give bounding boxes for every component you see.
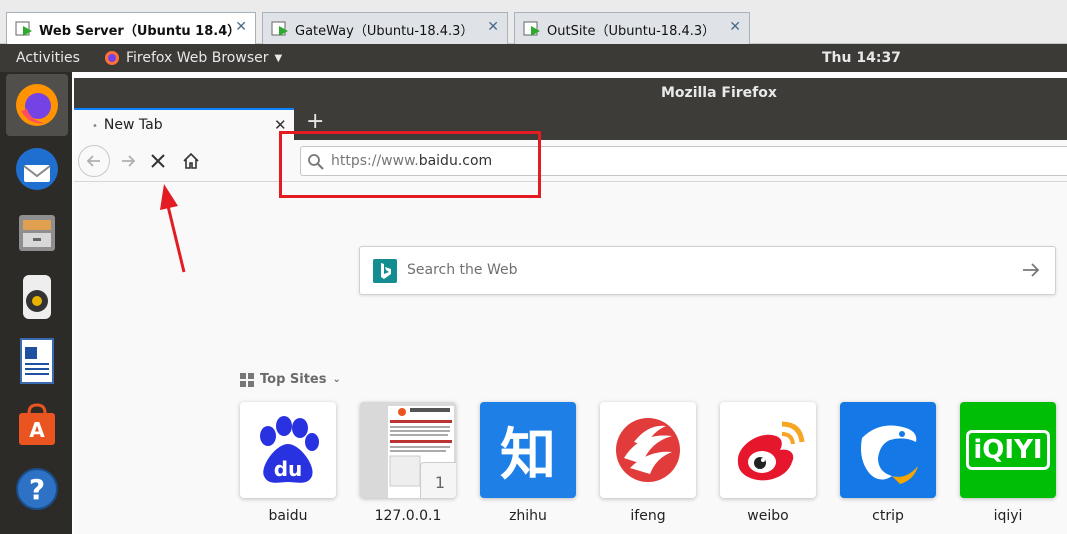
- bing-icon: [373, 259, 397, 283]
- dock-thunderbird[interactable]: [6, 138, 68, 200]
- chevron-down-icon: ⌄: [332, 374, 341, 385]
- arrow-right-icon[interactable]: [1020, 259, 1042, 281]
- dock-rhythmbox[interactable]: [6, 266, 68, 328]
- back-button[interactable]: [78, 145, 110, 177]
- activities-button[interactable]: Activities: [16, 50, 80, 66]
- window-title: Mozilla Firefox: [661, 85, 777, 101]
- app-menu[interactable]: Firefox Web Browser ▼: [104, 50, 282, 66]
- dock-files[interactable]: [6, 202, 68, 264]
- dock: A ?: [0, 72, 72, 534]
- home-button[interactable]: [175, 145, 207, 177]
- svg-text:A: A: [29, 418, 45, 442]
- app-menu-label: Firefox Web Browser: [126, 50, 269, 66]
- top-site-iqiyi[interactable]: iQIYI iqiyi: [960, 402, 1056, 524]
- software-icon: A: [19, 403, 55, 445]
- firefox-icon: [105, 51, 119, 65]
- page-thumbnail: 1: [360, 402, 456, 498]
- top-site-label: zhihu: [509, 508, 547, 524]
- tab-dot: •: [92, 121, 98, 132]
- svg-text:du: du: [274, 457, 303, 481]
- zhihu-icon: 知: [480, 402, 576, 498]
- close-icon[interactable]: ✕: [729, 19, 741, 35]
- close-icon[interactable]: ✕: [487, 19, 499, 35]
- close-icon[interactable]: ✕: [235, 19, 247, 35]
- iqiyi-glyph: iQIYI: [966, 430, 1050, 470]
- top-site-weibo[interactable]: weibo: [720, 402, 816, 524]
- vm-tab-gateway[interactable]: GateWay（Ubuntu-18.4.3） ✕: [262, 12, 508, 44]
- top-site-label: iqiyi: [993, 508, 1023, 524]
- annotation-arrow: [160, 184, 186, 273]
- help-icon: ?: [16, 468, 58, 510]
- annotation-box: [279, 131, 541, 198]
- top-sites-label: Top Sites: [260, 372, 327, 387]
- writer-icon: [20, 338, 54, 384]
- top-sites-heading[interactable]: Top Sites ⌄: [240, 372, 341, 387]
- tab-strip: • New Tab ✕ +: [74, 108, 1067, 140]
- vm-running-icon: [271, 21, 288, 36]
- arrow-right-icon: [122, 155, 136, 167]
- vm-running-icon: [15, 21, 32, 36]
- files-icon: [19, 215, 55, 251]
- web-search-box[interactable]: Search the Web: [359, 246, 1056, 295]
- firefox-window: Mozilla Firefox • New Tab ✕ + https://www…: [74, 78, 1067, 534]
- baidu-icon: du: [240, 402, 336, 498]
- zhihu-glyph: 知: [500, 422, 556, 488]
- weibo-icon: [720, 402, 816, 498]
- top-site-label: ctrip: [872, 508, 904, 524]
- vm-tab-label: GateWay（Ubuntu-18.4.3）: [295, 24, 474, 39]
- dock-firefox[interactable]: [6, 74, 68, 136]
- vm-tab-bar: Web Server（Ubuntu 18.4） ✕ GateWay（Ubuntu…: [0, 0, 1067, 45]
- top-site-ctrip[interactable]: ctrip: [840, 402, 936, 524]
- vm-tab-outsite[interactable]: OutSite（Ubuntu-18.4.3） ✕: [514, 12, 750, 44]
- dock-help[interactable]: ?: [6, 458, 68, 520]
- top-site-ifeng[interactable]: ifeng: [600, 402, 696, 524]
- top-site-zhihu[interactable]: 知 zhihu: [480, 402, 576, 524]
- thunderbird-icon: [16, 148, 58, 190]
- forward-button[interactable]: [112, 145, 144, 177]
- firefox-icon: [16, 84, 58, 126]
- vm-tab-web-server[interactable]: Web Server（Ubuntu 18.4） ✕: [6, 12, 256, 45]
- ifeng-icon: [600, 402, 696, 498]
- clock[interactable]: Thu 14:37: [822, 50, 901, 66]
- grid-icon: [240, 372, 254, 387]
- arrow-left-icon: [86, 155, 100, 167]
- tab-count-badge: 1: [420, 462, 456, 498]
- nav-toolbar: https://www.baidu.com: [74, 140, 1067, 182]
- vm-running-icon: [523, 21, 540, 36]
- vm-tab-label: OutSite（Ubuntu-18.4.3）: [547, 24, 716, 39]
- dock-software[interactable]: A: [6, 394, 68, 456]
- dock-writer[interactable]: [6, 330, 68, 392]
- top-site-baidu[interactable]: du baidu: [240, 402, 336, 524]
- search-placeholder: Search the Web: [407, 262, 518, 278]
- tab-label: New Tab: [103, 117, 163, 133]
- ctrip-icon: [840, 402, 936, 498]
- svg-text:?: ?: [29, 473, 45, 506]
- close-icon: [151, 154, 165, 168]
- stop-button[interactable]: [142, 145, 174, 177]
- top-site-label: 127.0.0.1: [374, 508, 442, 524]
- new-tab-page: Search the Web Top Sites ⌄ du baidu 1 12…: [74, 182, 1067, 534]
- tab-new-tab[interactable]: • New Tab ✕: [74, 108, 294, 140]
- caret-down-icon: ▼: [274, 52, 283, 64]
- vm-tab-label: Web Server（Ubuntu 18.4）: [39, 24, 241, 39]
- top-site-label: ifeng: [630, 508, 666, 524]
- iqiyi-icon: iQIYI: [960, 402, 1056, 498]
- top-panel: Activities Firefox Web Browser ▼ Thu 14:…: [0, 44, 1067, 72]
- rhythmbox-icon: [23, 275, 51, 319]
- top-site-localhost[interactable]: 1 127.0.0.1: [360, 402, 456, 524]
- window-titlebar[interactable]: Mozilla Firefox: [74, 78, 1067, 108]
- home-icon: [183, 152, 199, 169]
- top-site-label: weibo: [747, 508, 789, 524]
- top-site-label: baidu: [268, 508, 308, 524]
